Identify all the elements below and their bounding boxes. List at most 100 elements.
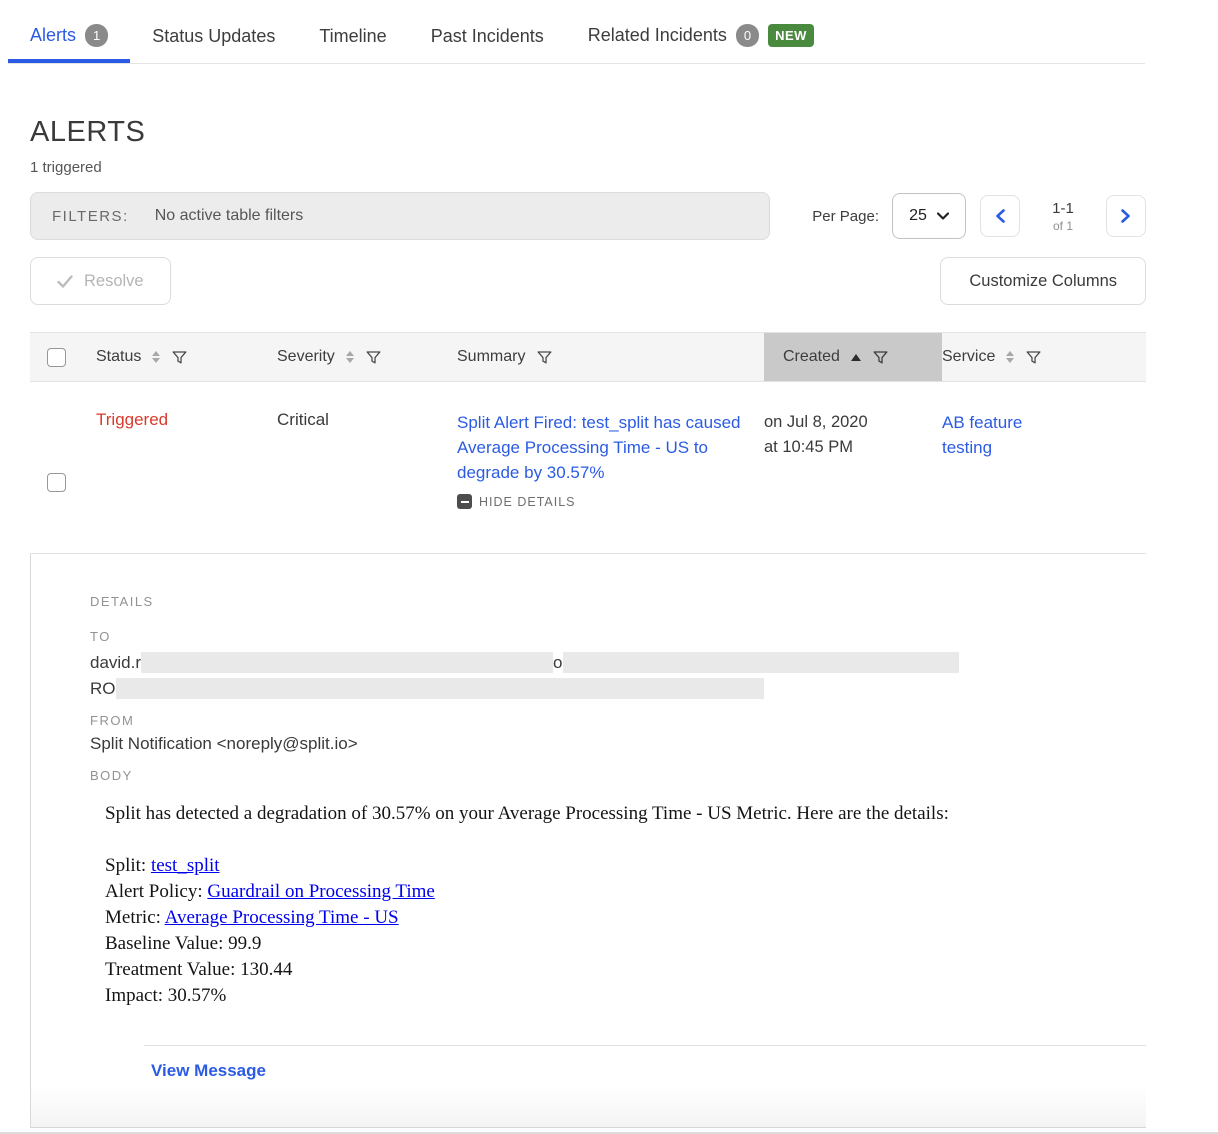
row-checkbox-cell — [30, 382, 96, 553]
created-time: at 10:45 PM — [764, 435, 942, 460]
page-indicator: 1-1 of 1 — [1034, 200, 1092, 233]
created-date: on Jul 8, 2020 — [764, 410, 942, 435]
email-detail-lines: Split: test_split Alert Policy: Guardrai… — [105, 853, 1146, 1009]
column-service-label: Service — [942, 348, 995, 366]
customize-columns-button[interactable]: Customize Columns — [940, 257, 1146, 305]
column-header-summary[interactable]: Summary — [457, 333, 764, 381]
email-metric-line: Metric: Average Processing Time - US — [105, 905, 1146, 931]
row-checkbox[interactable] — [47, 473, 66, 492]
tab-past-incidents[interactable]: Past Incidents — [409, 16, 566, 63]
toolbar-actions: Resolve Customize Columns — [30, 257, 1146, 305]
next-page-button[interactable] — [1106, 195, 1146, 237]
sort-icon[interactable] — [346, 351, 354, 363]
minus-square-icon — [457, 494, 472, 509]
to-recipients-line-2: RO — [90, 676, 1146, 701]
filter-icon[interactable] — [1025, 349, 1042, 366]
tab-related-incidents[interactable]: Related Incidents 0 NEW — [566, 14, 836, 63]
email-treatment-line: Treatment Value: 130.44 — [105, 957, 1146, 983]
view-message-link[interactable]: View Message — [151, 1061, 266, 1081]
table-row: Triggered Critical Split Alert Fired: te… — [30, 382, 1146, 554]
email-intro: Split has detected a degradation of 30.5… — [105, 801, 1146, 827]
redacted-text — [116, 678, 764, 699]
customize-columns-label: Customize Columns — [969, 272, 1117, 291]
alerts-count-badge: 1 — [85, 24, 108, 47]
email-split-line: Split: test_split — [105, 853, 1146, 879]
filters-bar: FILTERS: No active table filters — [30, 192, 770, 240]
from-value: Split Notification <noreply@split.io> — [90, 734, 1146, 754]
per-page-label: Per Page: — [812, 208, 879, 225]
created-cell: on Jul 8, 2020 at 10:45 PM — [764, 382, 942, 553]
to-recipient-fragment: david.r — [90, 653, 141, 672]
tab-status-updates[interactable]: Status Updates — [130, 16, 297, 63]
per-page-value: 25 — [909, 207, 927, 225]
alert-policy-link[interactable]: Guardrail on Processing Time — [207, 881, 434, 902]
column-header-created[interactable]: Created — [764, 333, 942, 381]
column-header-service[interactable]: Service — [942, 333, 1146, 381]
hide-details-toggle[interactable]: HIDE DETAILS — [457, 494, 764, 509]
summary-link[interactable]: Split Alert Fired: test_split has caused… — [457, 410, 749, 485]
tab-bar: Alerts 1 Status Updates Timeline Past In… — [8, 14, 1145, 64]
pagination-controls: Per Page: 25 1-1 of 1 — [770, 193, 1146, 239]
tab-status-updates-label: Status Updates — [152, 26, 275, 47]
select-all-checkbox[interactable] — [47, 348, 66, 367]
resolve-button-label: Resolve — [84, 272, 144, 291]
filters-value: No active table filters — [155, 207, 304, 225]
filter-icon[interactable] — [872, 349, 889, 366]
alert-details-panel: DETAILS TO david.ro RO FROM Split Notifi… — [30, 554, 1146, 1128]
sort-icon[interactable] — [152, 351, 160, 363]
column-header-severity[interactable]: Severity — [277, 333, 457, 381]
tab-alerts-label: Alerts — [30, 25, 76, 46]
metric-label: Metric: — [105, 907, 165, 928]
page-range: 1-1 — [1034, 200, 1092, 217]
column-header-status[interactable]: Status — [96, 333, 277, 381]
alerts-table: Status Severity Summary Creat — [30, 332, 1146, 1128]
tab-alerts[interactable]: Alerts 1 — [8, 14, 130, 63]
details-divider — [144, 1045, 1146, 1046]
tab-past-incidents-label: Past Incidents — [431, 26, 544, 47]
from-label: FROM — [90, 713, 1146, 728]
page-title: ALERTS — [30, 116, 1146, 149]
service-link[interactable]: AB feature testing — [942, 410, 1052, 460]
service-cell: AB feature testing — [942, 382, 1146, 553]
email-alert-policy-line: Alert Policy: Guardrail on Processing Ti… — [105, 879, 1146, 905]
to-recipient-fragment: o — [553, 653, 562, 672]
column-created-label: Created — [783, 348, 840, 366]
alert-policy-label: Alert Policy: — [105, 881, 207, 902]
status-cell: Triggered — [96, 382, 277, 553]
tab-timeline[interactable]: Timeline — [297, 16, 408, 63]
sort-ascending-icon[interactable] — [851, 354, 861, 361]
split-label: Split: — [105, 855, 151, 876]
per-page-select[interactable]: 25 — [892, 193, 966, 239]
filters-label: FILTERS: — [52, 208, 129, 225]
column-severity-label: Severity — [277, 348, 335, 366]
sort-icon[interactable] — [1006, 351, 1014, 363]
details-section-label: DETAILS — [90, 594, 1146, 609]
column-status-label: Status — [96, 348, 141, 366]
chevron-down-icon — [937, 212, 949, 220]
tab-related-incidents-label: Related Incidents — [588, 25, 727, 46]
toolbar-filters-pagination: FILTERS: No active table filters Per Pag… — [30, 192, 1146, 240]
email-baseline-line: Baseline Value: 99.9 — [105, 931, 1146, 957]
filter-icon[interactable] — [365, 349, 382, 366]
metric-link[interactable]: Average Processing Time - US — [165, 907, 399, 928]
chevron-left-icon — [995, 209, 1005, 223]
filter-icon[interactable] — [171, 349, 188, 366]
email-body: Split has detected a degradation of 30.5… — [105, 801, 1146, 1009]
body-label: BODY — [90, 768, 1146, 783]
resolve-button[interactable]: Resolve — [30, 257, 171, 305]
checkmark-icon — [57, 275, 73, 288]
split-link[interactable]: test_split — [151, 855, 220, 876]
new-badge: NEW — [768, 24, 814, 47]
filter-icon[interactable] — [536, 349, 553, 366]
header-checkbox-cell — [30, 333, 96, 381]
summary-cell: Split Alert Fired: test_split has caused… — [457, 382, 764, 553]
triggered-count: 1 triggered — [30, 159, 1146, 176]
related-incidents-count-badge: 0 — [736, 24, 759, 47]
redacted-text — [141, 652, 553, 673]
redacted-text — [563, 652, 959, 673]
to-recipients-line-1: david.r o — [90, 650, 1146, 675]
hide-details-label: HIDE DETAILS — [479, 495, 576, 509]
prev-page-button[interactable] — [980, 195, 1020, 237]
table-header-row: Status Severity Summary Creat — [30, 332, 1146, 382]
chevron-right-icon — [1121, 209, 1131, 223]
